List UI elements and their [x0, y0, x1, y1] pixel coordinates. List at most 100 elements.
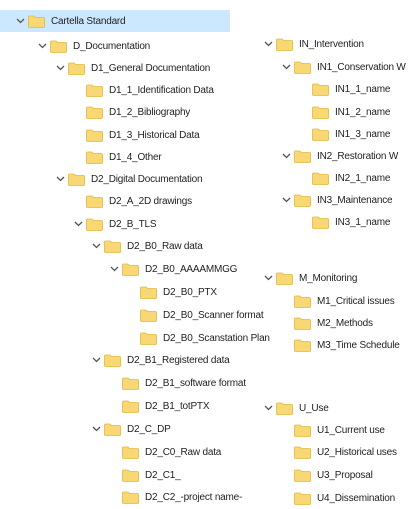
chevron-down-icon[interactable] [262, 397, 274, 419]
tree-node-label: D2_Digital Documentation [91, 173, 203, 185]
tree-node[interactable]: D1_General Documentation [54, 57, 210, 79]
folder-icon [122, 469, 139, 482]
tree-node-label: IN3_1_name [335, 216, 391, 228]
folder-icon [312, 172, 329, 185]
tree-node[interactable]: D2_B_TLS [72, 213, 157, 235]
tree-node-label: D1_General Documentation [91, 62, 211, 74]
tree-node[interactable]: D2_B1_totPTX [108, 395, 210, 417]
folder-icon [28, 15, 45, 28]
tree-node[interactable]: D_Documentation [36, 35, 150, 57]
tree-node-label: D1_3_Historical Data [109, 129, 200, 141]
folder-icon [140, 309, 157, 322]
tree-node[interactable]: M_Monitoring [262, 267, 357, 289]
tree-node[interactable]: D2_B0_AAAAMMGG [108, 258, 237, 280]
tree-node[interactable]: IN2_1_name [298, 167, 390, 189]
chevron-down-icon[interactable] [90, 418, 102, 440]
tree-node[interactable]: D2_C_DP [90, 418, 171, 440]
folder-icon [294, 339, 311, 352]
chevron-down-icon[interactable] [90, 235, 102, 257]
chevron-down-icon[interactable] [280, 189, 292, 211]
folder-icon [276, 402, 293, 415]
tree-node-label: IN1_1_name [335, 83, 391, 95]
tree-node-label: D2_C_DP [127, 423, 171, 435]
tree-node[interactable]: U2_Historical uses [280, 441, 397, 463]
tree-node[interactable]: D2_A_2D drawings [72, 190, 192, 212]
chevron-down-icon[interactable] [280, 56, 292, 78]
tree-node[interactable]: IN3_Maintenance [280, 189, 393, 211]
folder-icon [294, 424, 311, 437]
tree-node[interactable]: U1_Current use [280, 419, 385, 441]
tree-node[interactable]: D2_B0_Scanner format [126, 304, 264, 326]
chevron-down-icon[interactable] [280, 145, 292, 167]
tree-node[interactable]: D1_4_Other [72, 146, 162, 168]
tree-node-label: D2_B_TLS [109, 218, 157, 230]
folder-icon [68, 62, 85, 75]
tree-node[interactable]: U_Use [262, 397, 329, 419]
tree-node[interactable]: D2_B1_Registered data [90, 349, 230, 371]
chevron-down-icon[interactable] [262, 267, 274, 289]
tree-node[interactable]: D2_C0_Raw data [108, 441, 221, 463]
tree-node[interactable]: IN3_1_name [298, 211, 390, 233]
tree-node[interactable]: D1_1_Identification Data [72, 79, 214, 101]
folder-icon [312, 106, 329, 119]
tree-node[interactable]: D2_B1_software format [108, 372, 246, 394]
tree-node-label: IN_Intervention [299, 38, 364, 50]
chevron-down-icon[interactable] [90, 349, 102, 371]
tree-node-label: D2_B0_PTX [163, 286, 217, 298]
tree-node[interactable]: M2_Methods [280, 312, 373, 334]
tree-node[interactable]: D2_B0_Scanstation Plan [126, 327, 270, 349]
tree-node-root[interactable]: Cartella Standard [0, 10, 230, 32]
chevron-down-icon[interactable] [262, 33, 274, 55]
tree-node[interactable]: IN1_2_name [298, 101, 390, 123]
tree-node[interactable]: U3_Proposal [280, 464, 373, 486]
chevron-down-icon[interactable] [14, 10, 26, 32]
tree-node[interactable]: IN1_3_name [298, 123, 390, 145]
tree-node-label: D2_C2_-project name- [145, 491, 243, 503]
folder-icon [312, 128, 329, 141]
folder-icon [122, 263, 139, 276]
tree-node-label: IN1_Conservation W [317, 61, 406, 73]
tree-node[interactable]: D2_B0_Raw data [90, 235, 203, 257]
folder-icon [104, 354, 121, 367]
tree-node[interactable]: IN1_Conservation W [280, 56, 406, 78]
folder-icon [86, 84, 103, 97]
folder-icon [86, 218, 103, 231]
tree-node[interactable]: D2_C1_ [108, 464, 181, 486]
folder-icon [68, 173, 85, 186]
chevron-down-icon[interactable] [54, 57, 66, 79]
folder-icon [122, 446, 139, 459]
tree-node[interactable]: D1_3_Historical Data [72, 124, 200, 146]
tree-node-label: D_Documentation [73, 40, 151, 52]
chevron-down-icon[interactable] [108, 258, 120, 280]
tree-node[interactable]: U4_Dissemination [280, 487, 395, 509]
chevron-down-icon[interactable] [54, 168, 66, 190]
tree-node[interactable]: M1_Critical issues [280, 290, 395, 312]
tree-node[interactable]: D2_B0_PTX [126, 281, 217, 303]
folder-icon [294, 194, 311, 207]
chevron-down-icon[interactable] [36, 35, 48, 57]
tree-node-label: IN3_Maintenance [317, 194, 393, 206]
tree-node[interactable]: M3_Time Schedule [280, 334, 400, 356]
tree-node[interactable]: D2_Digital Documentation [54, 168, 203, 190]
tree-node-label: IN1_3_name [335, 128, 391, 140]
tree-node[interactable]: IN2_Restoration W [280, 145, 398, 167]
tree-node[interactable]: D2_C2_-project name- [108, 486, 242, 508]
chevron-down-icon[interactable] [72, 213, 84, 235]
folder-icon [104, 423, 121, 436]
tree-node[interactable]: IN1_1_name [298, 78, 390, 100]
tree-node[interactable]: D1_2_Bibliography [72, 101, 190, 123]
tree-node-label: D2_B0_AAAAMMGG [145, 263, 238, 275]
tree-node[interactable]: IN_Intervention [262, 33, 364, 55]
tree-node-label: M2_Methods [317, 317, 373, 329]
folder-icon [312, 216, 329, 229]
tree-node-label: M1_Critical issues [317, 295, 395, 307]
